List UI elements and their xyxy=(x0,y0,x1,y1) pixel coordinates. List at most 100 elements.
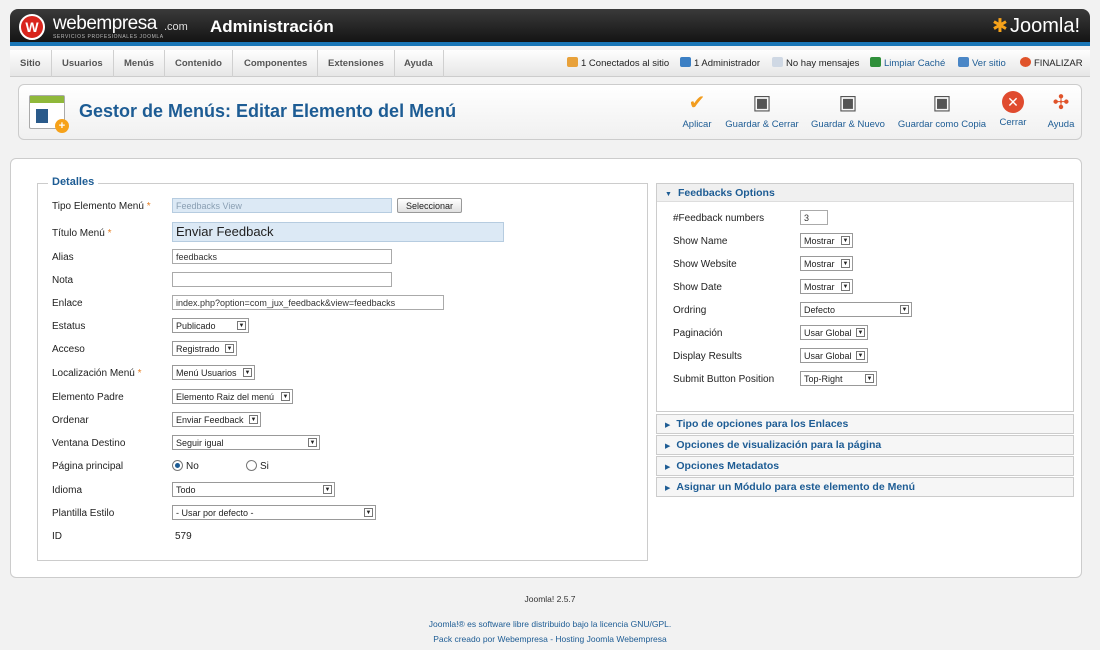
menu-contenido[interactable]: Contenido xyxy=(165,50,233,77)
radio-icon xyxy=(246,460,257,471)
target-window-row: Ventana Destino Seguir igual ▼ xyxy=(52,435,642,455)
save-copy-button[interactable]: ▣ Guardar como Copia xyxy=(897,91,987,130)
chevron-down-icon: ▼ xyxy=(841,236,850,245)
chevron-down-icon: ▼ xyxy=(364,508,373,517)
chevron-down-icon: ▼ xyxy=(243,368,252,377)
link-input[interactable]: index.php?option=com_jux_feedback&view=f… xyxy=(172,295,444,310)
show-name-select[interactable]: Mostrar ▼ xyxy=(800,233,853,248)
messages-status[interactable]: No hay mensajes xyxy=(772,50,859,77)
brand-tagline: SERVICIOS PROFESIONALES JOOMLA xyxy=(53,34,164,40)
chevron-down-icon: ▼ xyxy=(841,259,850,268)
menu-sitio[interactable]: Sitio xyxy=(10,50,52,77)
show-website-select[interactable]: Mostrar ▼ xyxy=(800,256,853,271)
feedback-numbers-input[interactable]: 3 xyxy=(800,210,828,225)
chevron-down-icon: ▼ xyxy=(308,438,317,447)
page-display-panel[interactable]: ▶ Opciones de visualización para la págin… xyxy=(656,435,1074,455)
menu-location-select[interactable]: Menú Usuarios ▼ xyxy=(172,365,255,380)
alias-input[interactable]: feedbacks xyxy=(172,249,392,264)
feedbacks-options-header[interactable]: ▼ Feedbacks Options xyxy=(657,184,1073,202)
link-row: Enlace index.php?option=com_jux_feedback… xyxy=(52,295,642,315)
select-type-button[interactable]: Seleccionar xyxy=(397,198,463,213)
alias-row: Alias feedbacks xyxy=(52,249,642,269)
submit-position-select[interactable]: Top-Right ▼ xyxy=(800,371,877,386)
show-date-select[interactable]: Mostrar ▼ xyxy=(800,279,853,294)
apply-button[interactable]: ✔ Aplicar xyxy=(679,91,715,130)
access-select[interactable]: Registrado ▼ xyxy=(172,341,237,356)
metadata-panel[interactable]: ▶ Opciones Metadatos xyxy=(656,456,1074,476)
order-row: Ordenar Enviar Feedback ▼ xyxy=(52,412,642,432)
footer-license[interactable]: Joomla!® es software libre distribuido b… xyxy=(0,619,1100,629)
parent-item-select[interactable]: Elemento Raiz del menú ▼ xyxy=(172,389,293,404)
chevron-down-icon: ▼ xyxy=(856,328,865,337)
ordering-select[interactable]: Defecto ▼ xyxy=(800,302,912,317)
menu-title-input[interactable]: Enviar Feedback xyxy=(172,222,504,242)
template-style-select[interactable]: - Usar por defecto - ▼ xyxy=(172,505,376,520)
admin-header: W webempresa .com SERVICIOS PROFESIONALE… xyxy=(10,9,1090,46)
menu-location-row: Localización Menú * Menú Usuarios ▼ xyxy=(52,365,642,385)
order-select[interactable]: Enviar Feedback ▼ xyxy=(172,412,261,427)
pagination-row: Paginación Usar Global ▼ xyxy=(673,325,1063,345)
chevron-down-icon: ▼ xyxy=(841,282,850,291)
close-button[interactable]: ✕ Cerrar xyxy=(997,91,1029,128)
chevron-down-icon: ▼ xyxy=(249,415,258,424)
main-menu-bar: Sitio Usuarios Menús Contenido Component… xyxy=(10,50,1090,77)
joomla-star-icon: ✱ xyxy=(992,16,1008,37)
menu-extensiones[interactable]: Extensiones xyxy=(318,50,395,77)
logout-link[interactable]: FINALIZAR xyxy=(1020,50,1083,77)
view-site-link[interactable]: Ver sitio xyxy=(958,50,1006,77)
menu-componentes[interactable]: Componentes xyxy=(234,50,319,77)
details-fieldset: Detalles Tipo Elemento Menú * Feedbacks … xyxy=(37,176,648,561)
menu-location-label: Localización Menú xyxy=(52,368,135,379)
admin-title: Administración xyxy=(210,17,334,36)
lifebuoy-icon: ✣ xyxy=(1052,92,1070,114)
language-select[interactable]: Todo ▼ xyxy=(172,482,335,497)
menu-item-type-label: Tipo Elemento Menú xyxy=(52,201,144,212)
show-website-row: Show Website Mostrar ▼ xyxy=(673,256,1063,276)
note-row: Nota xyxy=(52,272,642,292)
menu-ayuda[interactable]: Ayuda xyxy=(394,50,444,77)
required-marker: * xyxy=(137,368,142,379)
chevron-down-icon: ▼ xyxy=(900,305,909,314)
module-assignment-panel[interactable]: ▶ Asignar un Módulo para este elemento de… xyxy=(656,477,1074,497)
triangle-right-icon: ▶ xyxy=(665,443,671,450)
status-select[interactable]: Publicado ▼ xyxy=(172,318,249,333)
page-title: Gestor de Menús: Editar Elemento del Men… xyxy=(79,101,457,121)
admin-count[interactable]: 1 Administrador xyxy=(680,50,760,77)
close-icon: ✕ xyxy=(1002,91,1024,113)
status-label: Estatus xyxy=(52,321,86,332)
save-close-button[interactable]: ▣ Guardar & Cerrar xyxy=(723,91,801,130)
ordering-row: Ordring Defecto ▼ xyxy=(673,302,1063,322)
show-date-row: Show Date Mostrar ▼ xyxy=(673,279,1063,299)
parent-item-row: Elemento Padre Elemento Raiz del menú ▼ xyxy=(52,389,642,409)
display-results-select[interactable]: Usar Global ▼ xyxy=(800,348,868,363)
footer-pack-credit[interactable]: Pack creado por Webempresa - Hosting Joo… xyxy=(0,634,1100,644)
submit-position-row: Submit Button Position Top-Right ▼ xyxy=(673,371,1063,391)
brand-name: webempresa xyxy=(53,13,157,34)
chevron-down-icon: ▼ xyxy=(865,374,874,383)
menu-usuarios[interactable]: Usuarios xyxy=(52,50,114,77)
chevron-down-icon: ▼ xyxy=(237,321,246,330)
note-input[interactable] xyxy=(172,272,392,287)
help-button[interactable]: ✣ Ayuda xyxy=(1045,91,1077,130)
triangle-right-icon: ▶ xyxy=(665,485,671,492)
clear-cache-link[interactable]: Limpiar Caché xyxy=(870,50,945,77)
language-label: Idioma xyxy=(52,485,83,496)
target-window-label: Ventana Destino xyxy=(52,438,126,449)
link-options-panel[interactable]: ▶ Tipo de opciones para los Enlaces xyxy=(656,414,1074,434)
home-no-option[interactable]: No xyxy=(172,460,199,472)
save-icon: ▣ xyxy=(752,92,772,114)
pagination-select[interactable]: Usar Global ▼ xyxy=(800,325,868,340)
link-label: Enlace xyxy=(52,298,83,309)
target-window-select[interactable]: Seguir igual ▼ xyxy=(172,435,320,450)
access-label: Acceso xyxy=(52,344,85,355)
broom-icon xyxy=(870,57,881,67)
connected-users[interactable]: 1 Conectados al sitio xyxy=(567,50,669,77)
webempresa-logo-icon[interactable]: W xyxy=(19,14,45,40)
submit-position-label: Submit Button Position xyxy=(673,374,775,385)
messages-icon xyxy=(772,57,783,67)
home-yes-option[interactable]: Si xyxy=(246,460,269,472)
menu-title-label: Título Menú xyxy=(52,228,105,239)
menu-menus[interactable]: Menús xyxy=(114,50,166,77)
id-label: ID xyxy=(52,531,62,542)
save-new-button[interactable]: ▣ Guardar & Nuevo xyxy=(811,91,885,130)
